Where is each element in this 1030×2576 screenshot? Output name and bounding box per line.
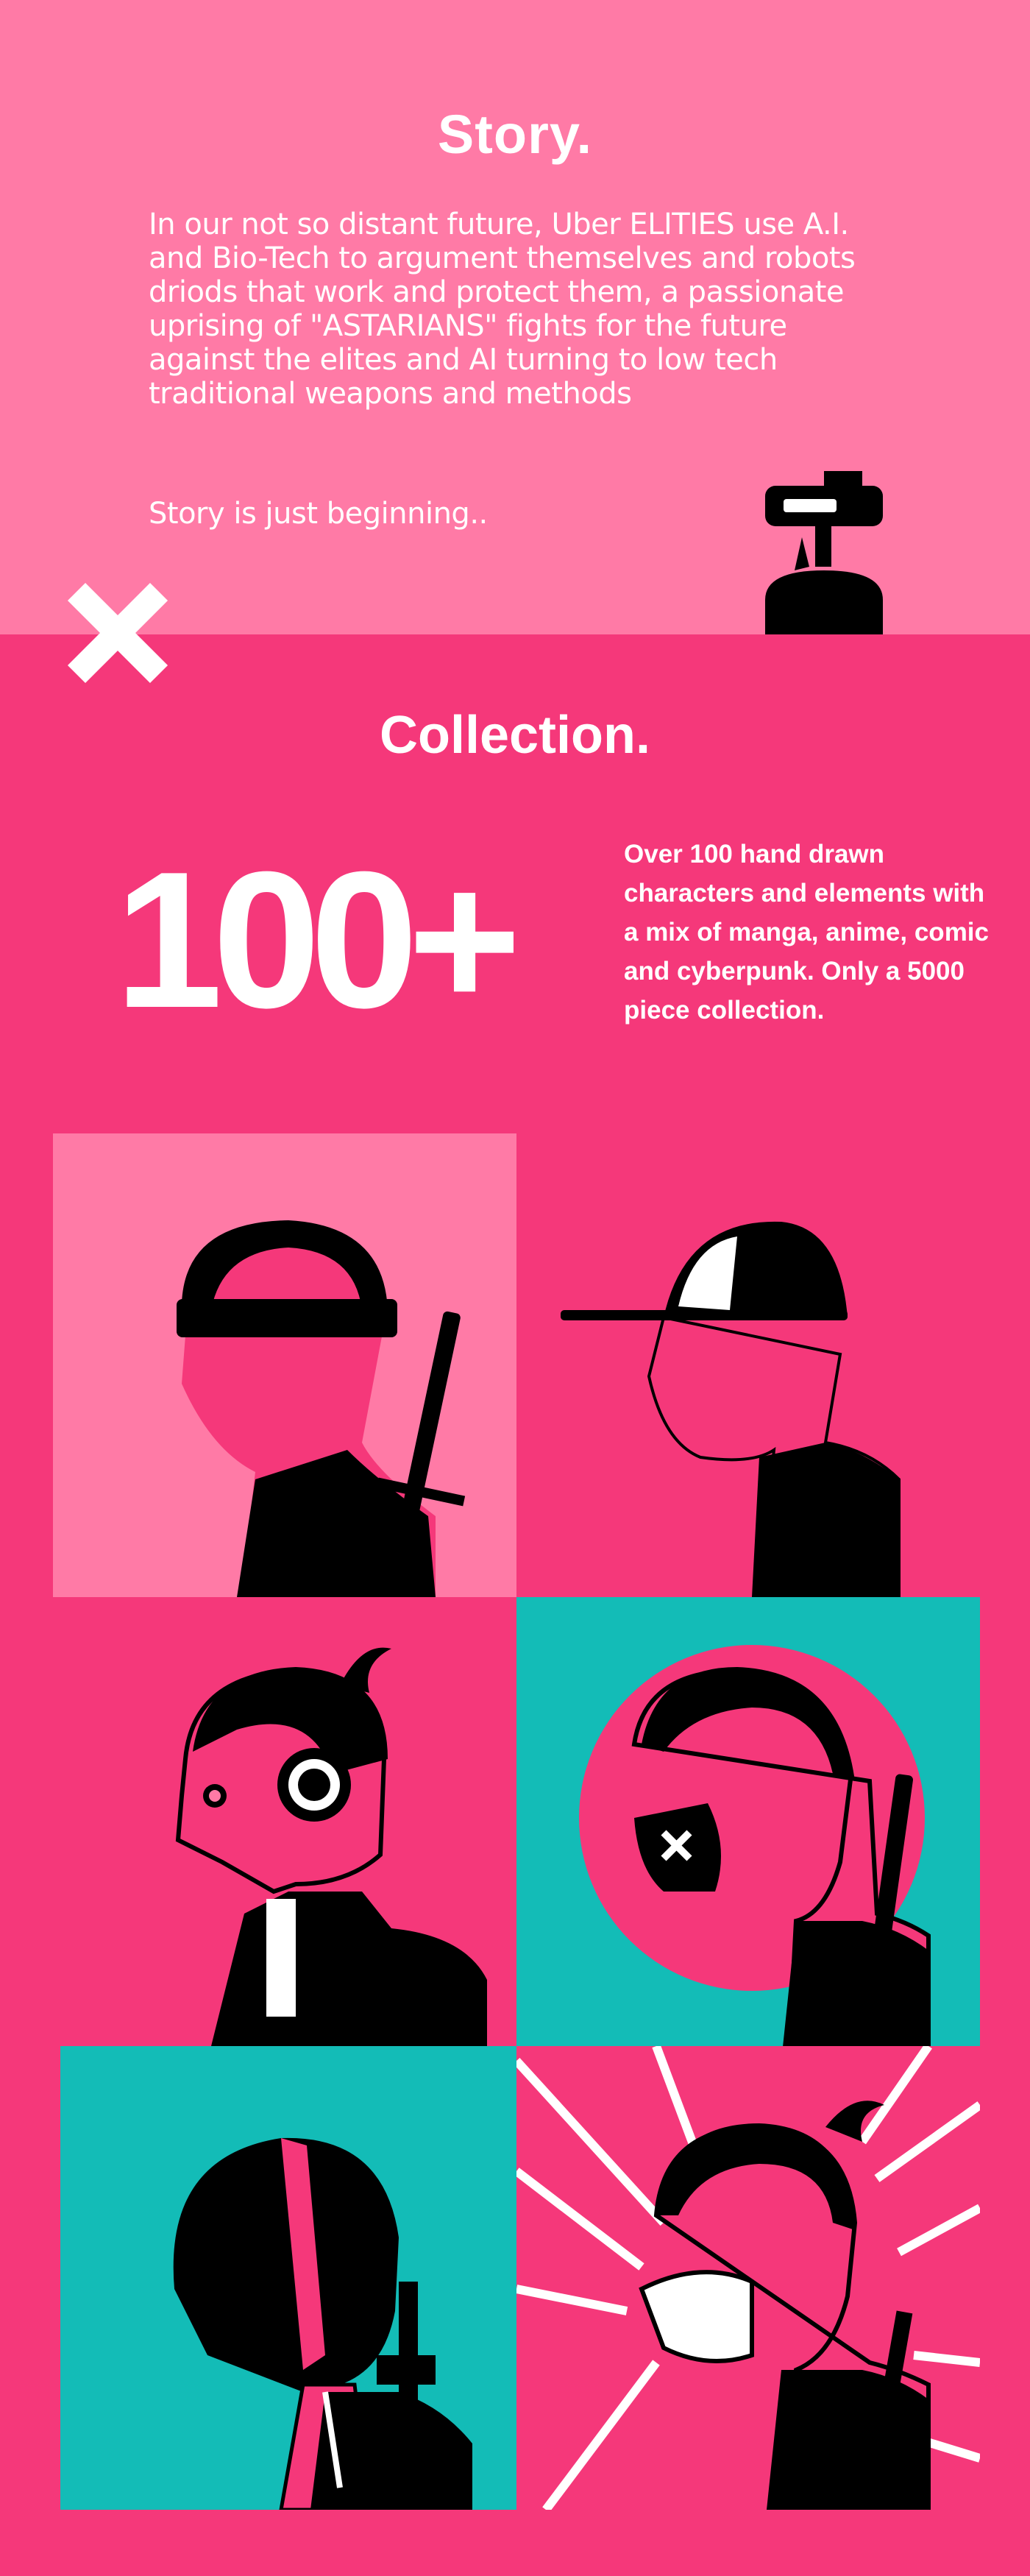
story-title: Story.	[437, 104, 593, 165]
collection-count: 100+	[115, 831, 522, 1048]
character-art-headphones	[53, 1597, 516, 2061]
collection-description: Over 100 hand drawn characters and eleme…	[624, 840, 989, 1025]
character-art-x-mask	[516, 1597, 980, 2061]
collection-title: Collection.	[379, 706, 650, 765]
close-x-icon[interactable]	[66, 581, 169, 684]
story-body: In our not so distant future, Uber ELITI…	[149, 208, 856, 411]
character-art-surgical-mask	[516, 2046, 980, 2510]
character-art-helmet	[60, 2046, 524, 2510]
character-art-blindfold	[53, 1133, 516, 1597]
character-art-cap	[516, 1133, 980, 1597]
story-section: Story. In our not so distant future, Ube…	[0, 0, 1030, 634]
robot-illustration	[765, 471, 883, 634]
story-footer: Story is just beginning..	[149, 497, 488, 531]
